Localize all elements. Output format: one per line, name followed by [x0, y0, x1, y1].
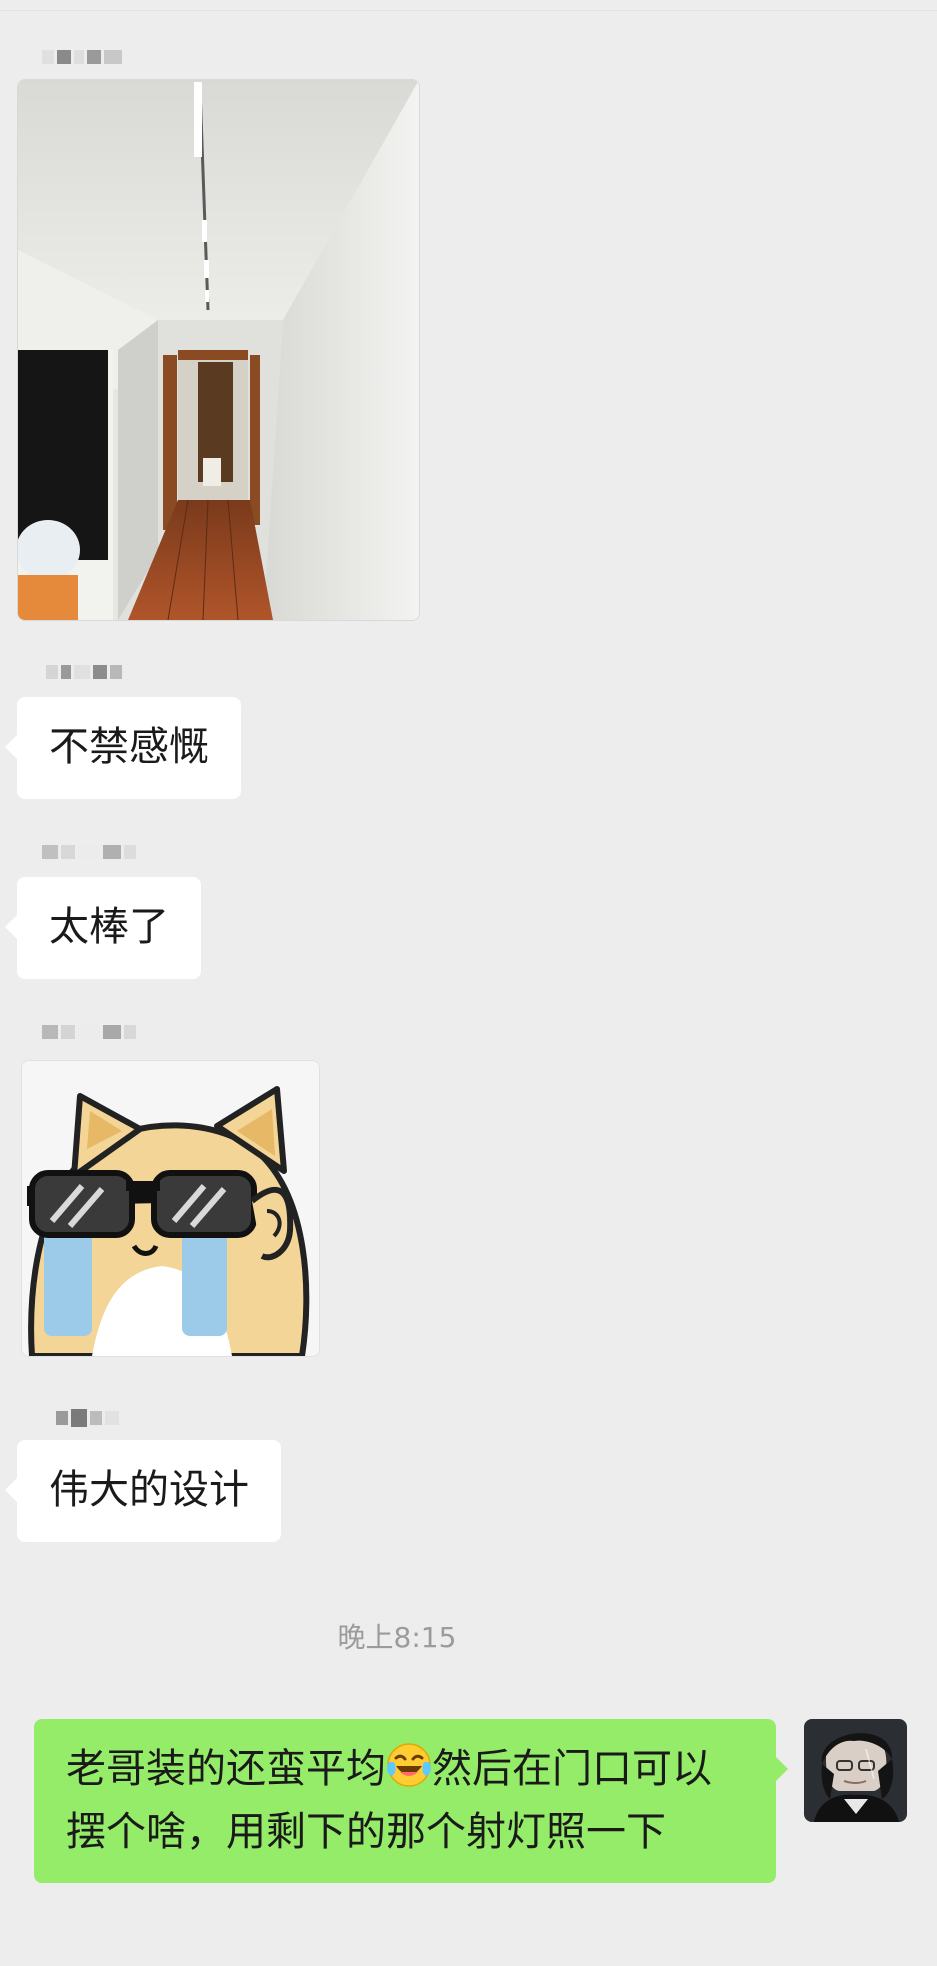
message-text-part1: 老哥装的还蛮平均: [66, 1746, 386, 1792]
chat-timestamp: 晚上8:15: [337, 1621, 457, 1654]
message-text: 伟大的设计: [49, 1467, 249, 1513]
message-bubble-incoming[interactable]: 不禁感慨: [5, 697, 241, 799]
sender-name-pixelated: [56, 1409, 119, 1427]
hallway-image: [18, 80, 419, 620]
message-text: 不禁感慨: [49, 724, 209, 770]
sender-name-pixelated: [46, 663, 122, 681]
message-bubble-incoming[interactable]: 伟大的设计: [5, 1440, 281, 1542]
face-with-tears-of-joy-icon: [386, 1742, 432, 1804]
hallway-photo[interactable]: [17, 79, 420, 621]
sticker-shiba-sunglasses[interactable]: [21, 1060, 320, 1357]
top-divider: [0, 10, 937, 11]
message-bubble-incoming[interactable]: 太棒了: [5, 877, 201, 979]
sender-name-pixelated: [42, 843, 136, 861]
message-text: 太棒了: [49, 904, 169, 950]
user-avatar[interactable]: [804, 1719, 907, 1822]
sender-name-pixelated: [42, 1023, 136, 1041]
message-bubble-outgoing[interactable]: 老哥装的还蛮平均 然后在门口可以摆个啥，用剩下的那个射灯照一下: [34, 1719, 788, 1883]
sender-name-pixelated: [42, 48, 122, 66]
avatar-image: [804, 1719, 907, 1822]
shiba-sticker-image: [22, 1061, 319, 1356]
